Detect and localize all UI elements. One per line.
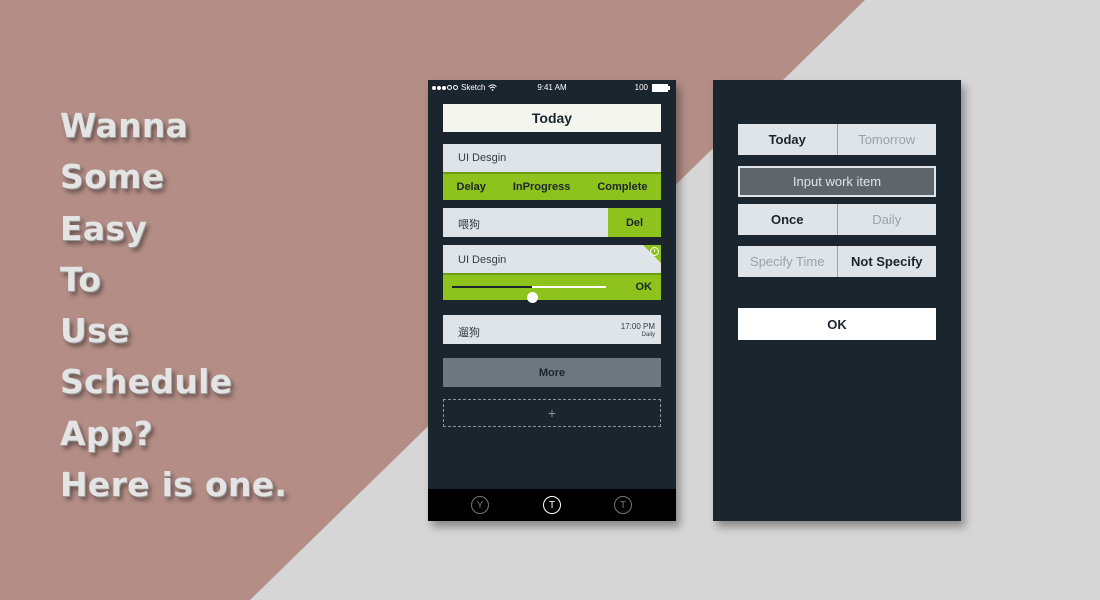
ok-button-small[interactable]: OK [636,281,653,293]
task-time: 17:00 PM [620,322,655,331]
headline: Wanna Some Easy To Use Schedule App? Her… [60,100,287,510]
tab-tomorrow[interactable]: T [614,496,632,514]
more-button[interactable]: More [443,358,661,387]
work-item-input[interactable]: Input work item [738,166,936,197]
headline-line: Use [60,311,130,351]
headline-line: Here is one. [60,465,288,505]
status-right: 100 [634,83,670,92]
option-today[interactable]: Today [738,124,837,155]
inprogress-button[interactable]: InProgress [513,181,570,193]
repeat-selector: Once Daily [738,204,936,235]
headline-line: To [60,259,102,299]
task-item[interactable]: 喂狗 Del [443,208,661,237]
day-selector: Today Tomorrow [738,124,936,155]
tab-today[interactable]: T [543,496,561,514]
delay-button[interactable]: Delay [457,181,486,193]
task-item[interactable]: UI Desgin [443,245,661,273]
status-bar: Sketch 9:41 AM 100 [428,80,676,95]
task-label: 喂狗 [458,219,480,231]
option-tomorrow[interactable]: Tomorrow [838,124,937,155]
task-action-bar: Delay InProgress Complete [443,172,661,200]
ok-button[interactable]: OK [738,308,936,340]
progress-slider[interactable] [452,286,606,303]
battery-icon [652,83,670,92]
option-daily[interactable]: Daily [838,204,937,235]
option-specify-time[interactable]: Specify Time [738,246,837,277]
headline-line: Schedule [60,362,233,402]
headline-line: App? [60,413,154,453]
time-selector: Specify Time Not Specify [738,246,936,277]
slider-remaining [532,286,606,288]
tab-bar: Y T T [428,489,676,521]
phone-add-task: Today Tomorrow Input work item Once Dail… [713,80,961,521]
task-label: UI Desgin [458,152,507,164]
task-item[interactable]: UI Desgin [443,144,661,172]
task-repeat: Daily [641,332,655,338]
headline-line: Wanna [60,106,189,145]
today-title-bar[interactable]: Today [443,104,661,132]
battery-level: 100 [634,83,648,92]
add-task-button[interactable]: + [443,399,661,427]
stage: Wanna Some Easy To Use Schedule App? Her… [0,0,1100,600]
task-item[interactable]: 遛狗 17:00 PM Daily [443,315,661,344]
phone-task-list: Sketch 9:41 AM 100 Today UI Desgin Delay… [428,80,676,521]
option-not-specify[interactable]: Not Specify [838,246,937,277]
clock-icon [650,247,659,256]
progress-slider-row: OK [443,273,661,303]
headline-line: Easy [60,208,148,248]
task-label: 遛狗 [458,327,480,339]
option-once[interactable]: Once [738,204,837,235]
slider-thumb[interactable] [526,292,538,303]
task-schedule: 17:00 PM Daily [621,322,655,340]
complete-button[interactable]: Complete [597,181,647,193]
delete-button[interactable]: Del [608,208,661,237]
task-label: UI Desgin [458,254,507,266]
headline-line: Some [60,157,165,197]
tab-yesterday[interactable]: Y [471,496,489,514]
